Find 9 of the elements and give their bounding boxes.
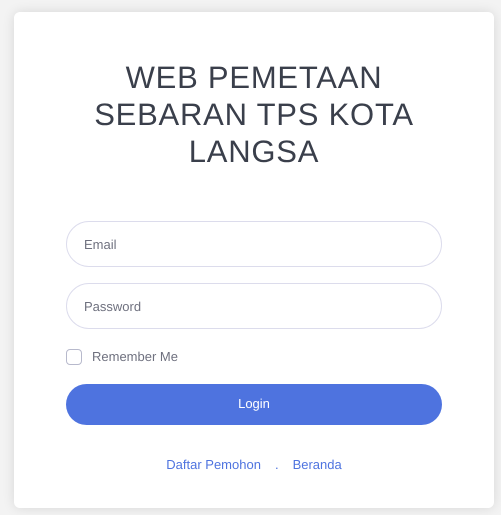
login-button[interactable]: Login [66,384,442,424]
home-link[interactable]: Beranda [292,454,342,474]
password-field[interactable]: Password [66,283,442,329]
page-title: WEB PEMETAAN SEBARAN TPS KOTA LANGSA [94,59,414,170]
email-field[interactable]: Email [66,221,442,267]
remember-checkbox[interactable] [66,348,82,365]
register-link[interactable]: Daftar Pemohon [166,454,261,474]
remember-label: Remember Me [92,348,178,366]
link-separator: . [274,456,280,474]
